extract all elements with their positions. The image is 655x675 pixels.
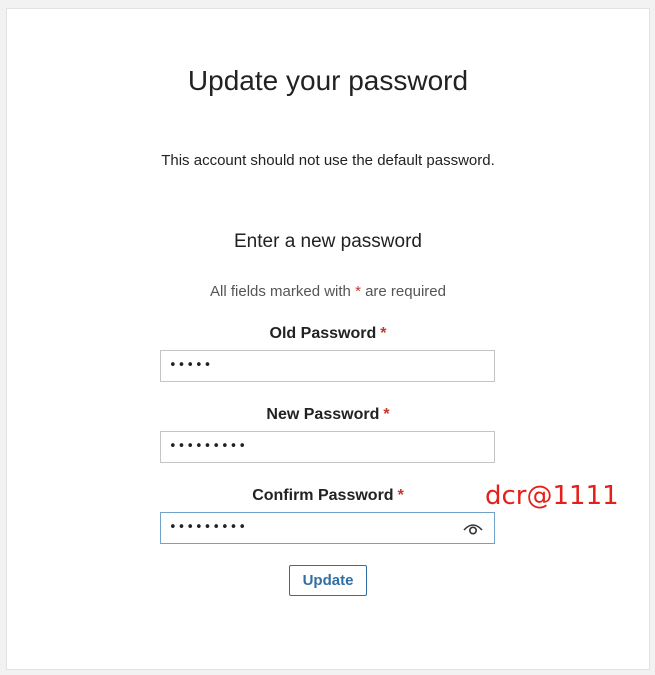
new-password-label-text: New Password: [266, 406, 380, 423]
confirm-password-field[interactable]: •••••••••: [160, 512, 495, 544]
page-subtitle: This account should not use the default …: [161, 152, 495, 169]
update-button[interactable]: Update: [289, 565, 367, 596]
new-password-label: New Password *: [7, 406, 649, 424]
confirm-password-value: •••••••••: [169, 520, 248, 535]
section-title: Enter a new password: [234, 231, 422, 252]
old-password-value: •••••: [169, 358, 213, 373]
eye-icon[interactable]: [462, 519, 484, 537]
required-marker: *: [380, 325, 387, 342]
old-password-field[interactable]: •••••: [160, 350, 495, 382]
old-password-label-text: Old Password: [269, 325, 377, 342]
page-title: Update your password: [187, 65, 469, 96]
required-marker: *: [397, 487, 404, 504]
password-annotation: dcr@1111: [485, 481, 619, 511]
required-note-suffix: are required: [360, 283, 446, 300]
update-password-card: Update your password This account should…: [6, 8, 650, 670]
new-password-value: •••••••••: [169, 439, 248, 454]
required-marker: *: [383, 406, 390, 423]
required-note-prefix: All fields marked with: [210, 283, 356, 300]
new-password-field[interactable]: •••••••••: [160, 431, 495, 463]
confirm-password-label-text: Confirm Password: [252, 487, 394, 504]
required-note: All fields marked with * are required: [7, 283, 649, 300]
old-password-label: Old Password *: [7, 325, 649, 343]
